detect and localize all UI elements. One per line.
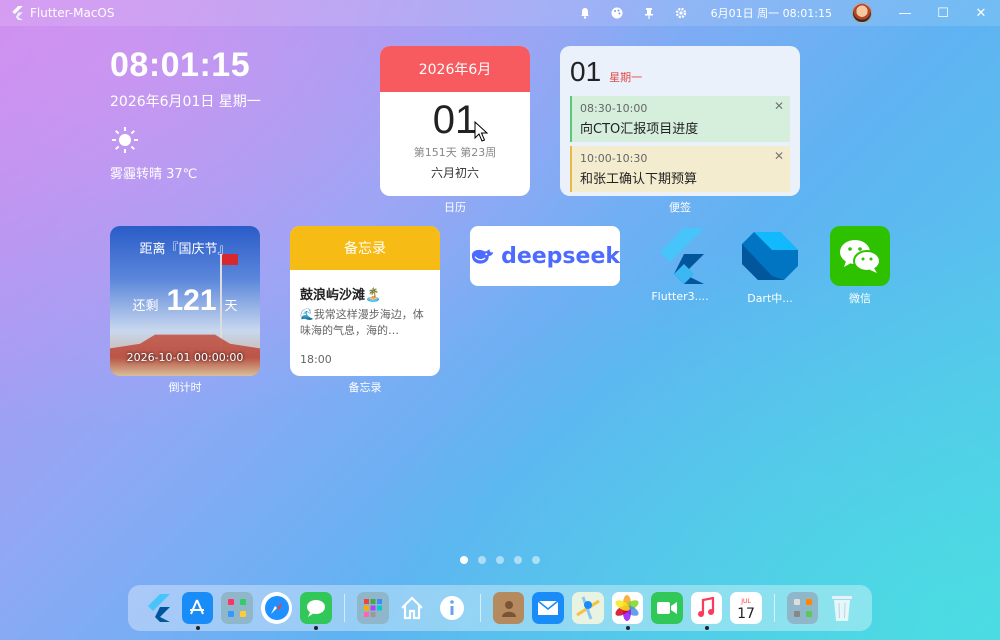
weather-text: 雾霾转晴 37℃ [110, 167, 198, 182]
app-folder-icon[interactable] [356, 592, 389, 624]
memo-body: 🌊我常这样漫步海边，体味海的气息，海的… [300, 308, 424, 337]
note-time: 08:30-10:00 [580, 102, 648, 115]
note-text: 和张工确认下期预算 [580, 172, 698, 187]
countdown-widget[interactable]: 距离『国庆节』 还剩 121 天 2026-10-01 00:00:00 [110, 226, 260, 376]
page-dot[interactable] [532, 556, 540, 564]
trash-icon[interactable] [826, 592, 858, 624]
flutter-app-icon[interactable] [650, 226, 710, 286]
calendar-widget[interactable]: 2026年6月 01 第151天 第23周 六月初六 [380, 46, 530, 196]
app-folder-icon[interactable] [221, 592, 253, 624]
app-store-icon[interactable] [181, 592, 214, 630]
messages-icon[interactable] [300, 592, 332, 630]
photos-icon[interactable] [611, 592, 644, 630]
maps-icon[interactable] [571, 592, 604, 624]
dock-separator [343, 594, 345, 622]
bell-icon[interactable] [569, 0, 601, 26]
countdown-prefix: 还剩 [132, 299, 159, 314]
calendar-day: 01 [432, 98, 478, 142]
memo-header: 备忘录 [290, 226, 440, 270]
flutter-app-label: Flutter3.... [651, 290, 709, 303]
notes-widget[interactable]: 01 星期一 08:30-10:00 向CTO汇报项目进度 ✕ 10:00-10… [560, 46, 800, 196]
memo-time: 18:00 [300, 353, 332, 366]
calendar-label: 日历 [444, 201, 466, 214]
contacts-icon[interactable] [492, 592, 525, 624]
facetime-icon[interactable] [651, 592, 683, 624]
countdown-title: 距离『国庆节』 [139, 242, 231, 257]
page-dot[interactable] [460, 556, 468, 564]
flutter-dock-icon[interactable] [142, 592, 174, 624]
flutter-logo-icon [12, 6, 23, 20]
countdown-suffix: 天 [224, 299, 238, 314]
gear-icon[interactable] [665, 0, 697, 26]
info-icon[interactable] [436, 592, 468, 624]
wechat-app-icon[interactable] [830, 226, 890, 286]
calendar-week-info: 第151天 第23周 [413, 146, 497, 159]
deepseek-label: deepseek [501, 243, 620, 269]
clock-time: 08:01:15 [110, 46, 251, 84]
deepseek-widget[interactable]: deepseek [470, 226, 620, 286]
dart-app-icon[interactable] [740, 226, 800, 286]
maximize-button[interactable]: ☐ [924, 0, 962, 26]
countdown-target-date: 2026-10-01 00:00:00 [126, 351, 244, 364]
palette-icon[interactable] [601, 0, 633, 26]
pin-icon[interactable] [633, 0, 665, 26]
memo-title: 鼓浪屿沙滩🏝️ [300, 288, 382, 303]
home-icon[interactable] [397, 592, 429, 624]
sun-icon [112, 127, 138, 153]
notes-day: 01 [570, 56, 602, 87]
menu-bar-clock: 6月01日 周一 08:01:15 [710, 7, 832, 20]
music-icon[interactable] [690, 592, 723, 630]
whale-icon [471, 249, 494, 264]
notes-label: 便签 [669, 201, 691, 214]
memo-label: 备忘录 [348, 381, 382, 394]
dart-app-label: Dart中... [747, 292, 793, 305]
wechat-app-label: 微信 [849, 292, 871, 305]
close-icon[interactable]: ✕ [774, 149, 784, 163]
minimize-button[interactable]: — [886, 0, 924, 26]
calendar-month: 2026年6月 [380, 46, 530, 92]
close-icon[interactable]: ✕ [774, 99, 784, 113]
menu-bar: Flutter-MacOS 6月01日 周一 08:01:15 — ☐ ✕ [0, 0, 1000, 26]
safari-icon[interactable] [260, 592, 293, 624]
mail-icon[interactable] [532, 592, 564, 624]
memo-widget[interactable]: 备忘录 鼓浪屿沙滩🏝️ 🌊我常这样漫步海边，体味海的气息，海的… 18:00 [290, 226, 440, 376]
calendar-app-icon[interactable]: JUL 17 [730, 592, 762, 624]
countdown-days: 121 [166, 284, 217, 317]
calendar-lunar-date: 六月初六 [430, 166, 479, 180]
app-title: Flutter-MacOS [30, 6, 115, 20]
user-avatar[interactable] [852, 3, 872, 23]
svg-text:JUL: JUL [740, 598, 751, 605]
clock-widget: 08:01:15 2026年6月01日 星期一 雾霾转晴 37℃ [110, 46, 261, 182]
dock: JUL 17 [128, 585, 872, 631]
svg-text:17: 17 [737, 606, 755, 622]
notes-weekday: 星期一 [609, 71, 643, 84]
app-folder-icon[interactable] [786, 592, 819, 624]
dock-separator [479, 594, 481, 622]
page-indicator [460, 556, 550, 564]
close-button[interactable]: ✕ [962, 0, 1000, 26]
note-item[interactable]: 10:00-10:30 和张工确认下期预算 ✕ [570, 146, 790, 192]
dock-separator [773, 594, 775, 622]
page-dot[interactable] [514, 556, 522, 564]
note-item[interactable]: 08:30-10:00 向CTO汇报项目进度 ✕ [570, 96, 790, 142]
countdown-label: 倒计时 [168, 381, 202, 394]
page-dot[interactable] [478, 556, 486, 564]
page-dot[interactable] [496, 556, 504, 564]
clock-date: 2026年6月01日 星期一 [110, 94, 261, 110]
note-time: 10:00-10:30 [580, 152, 648, 165]
note-text: 向CTO汇报项目进度 [580, 122, 699, 137]
mouse-cursor-icon [474, 121, 488, 142]
